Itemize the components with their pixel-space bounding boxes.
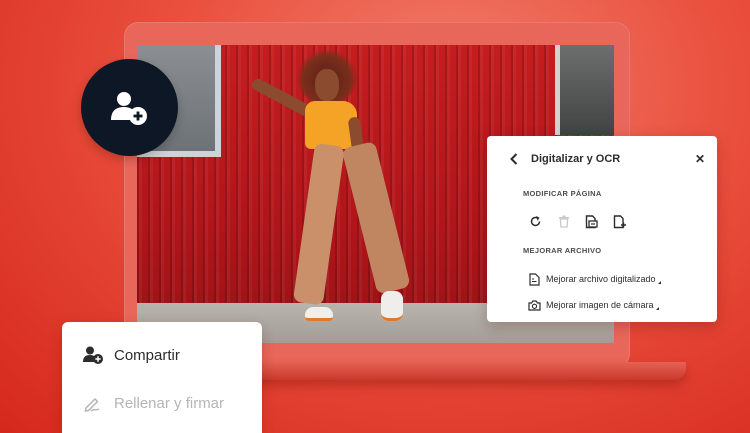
panel-header: Digitalizar y OCR ✕ — [507, 150, 707, 168]
add-user-button[interactable] — [81, 59, 178, 156]
flyout-caret-icon — [657, 280, 661, 284]
close-icon[interactable]: ✕ — [693, 150, 707, 168]
camera-icon — [527, 298, 541, 312]
enhance-camera-image-item[interactable]: Mejorar imagen de cámara — [527, 298, 659, 312]
delete-icon[interactable] — [555, 213, 572, 230]
section-label-enhance: MEJORAR ARCHIVO — [523, 246, 602, 255]
dancer-shoe-right — [381, 291, 403, 321]
menu-item-share-label: Compartir — [114, 346, 180, 364]
action-menu: Compartir Rellenar y firmar — [62, 322, 262, 433]
section-label-modify: MODIFICAR PÁGINA — [523, 189, 602, 198]
enhance-scanned-file-item[interactable]: Mejorar archivo digitalizado — [527, 272, 661, 286]
panel-title: Digitalizar y OCR — [531, 153, 621, 165]
enhance-scanned-file-label: Mejorar archivo digitalizado — [546, 274, 656, 284]
menu-item-share[interactable]: Compartir — [82, 344, 180, 366]
menu-item-fill-sign-label: Rellenar y firmar — [114, 394, 225, 412]
scan-ocr-panel: Digitalizar y OCR ✕ MODIFICAR PÁGINA MEJ… — [487, 136, 717, 322]
flyout-caret-icon — [655, 306, 659, 310]
enhance-camera-image-label: Mejorar imagen de cámara — [546, 300, 654, 310]
insert-page-icon[interactable] — [611, 213, 628, 230]
pen-sign-icon — [82, 392, 104, 414]
add-user-icon — [110, 91, 147, 125]
chevron-left-icon[interactable] — [507, 150, 521, 168]
dancer-head — [315, 69, 339, 101]
page-tools — [527, 213, 628, 230]
window-right — [555, 45, 614, 135]
share-user-icon — [82, 344, 104, 366]
menu-item-fill-sign[interactable]: Rellenar y firmar — [82, 392, 224, 414]
rotate-icon[interactable] — [527, 213, 544, 230]
dancer-pants — [292, 140, 411, 306]
scanned-file-icon — [527, 272, 541, 286]
replace-page-icon[interactable] — [583, 213, 600, 230]
dancer-shoe-left — [305, 307, 333, 321]
